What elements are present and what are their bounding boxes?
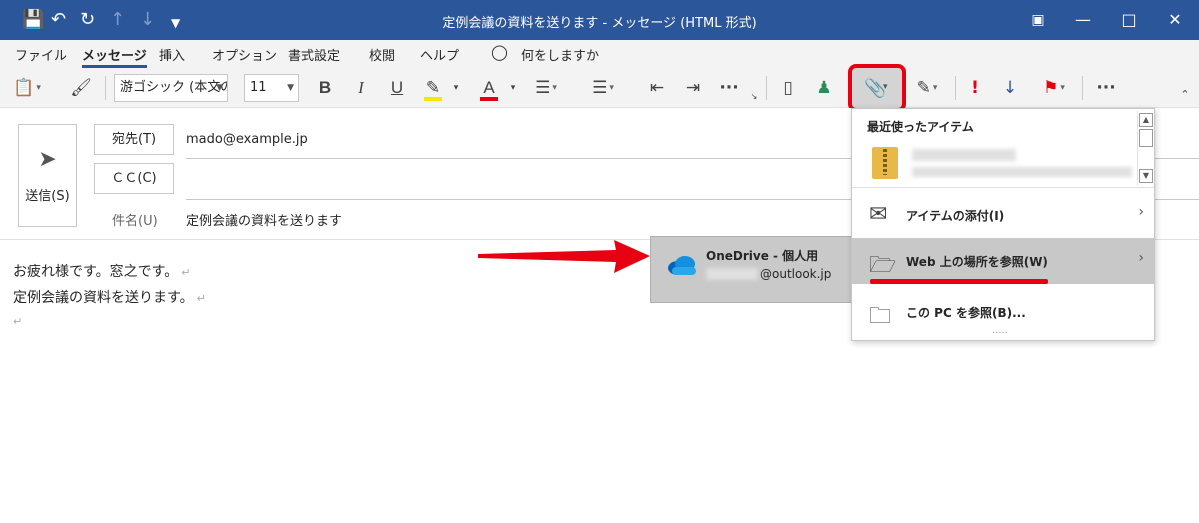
to-button[interactable]: 宛先(T) (94, 124, 174, 155)
menu-item-label: この PC を参照(B)... (906, 306, 1026, 320)
divider (852, 187, 1154, 188)
divider (955, 76, 956, 100)
minimize-button[interactable]: — (1071, 8, 1095, 32)
paragraph-mark: ↵ (196, 292, 206, 305)
redacted-email (706, 268, 758, 280)
annotation-underline (870, 279, 1048, 284)
attach-item-menu-item[interactable]: ✉ アイテムの添付(I) › (852, 192, 1154, 238)
bold-button[interactable]: B (314, 75, 336, 101)
close-button[interactable]: ✕ (1163, 8, 1187, 32)
envelope-icon: ✉ (869, 202, 888, 227)
tab-file[interactable]: ファイル (15, 45, 67, 64)
browse-web-menu-item[interactable]: 🗁 Web 上の場所を参照(W) › (852, 238, 1154, 284)
high-importance-icon[interactable]: ! (965, 75, 985, 101)
highlight-icon[interactable]: ✎ (421, 75, 445, 101)
tab-insert[interactable]: 挿入 (159, 45, 185, 64)
body-line: 定例会議の資料を送ります。 ↵ (13, 287, 206, 307)
resize-grip-icon[interactable]: ····· (992, 328, 1008, 339)
chevron-down-icon: ▼ (216, 83, 223, 93)
tab-message[interactable]: メッセージ (82, 45, 147, 68)
ribbon-display-icon[interactable]: ▣ (1026, 8, 1050, 32)
font-name-value: 游ゴシック (本文の (120, 80, 228, 95)
tell-me-search[interactable]: 何をしますか (521, 45, 599, 64)
body-line: ↵ (13, 313, 22, 329)
tab-review[interactable]: 校閲 (369, 45, 395, 64)
divider (1082, 76, 1083, 100)
cc-field[interactable] (186, 171, 846, 189)
redacted-filename (912, 149, 1016, 161)
menu-item-label: Web 上の場所を参照(W) (906, 255, 1048, 269)
window-title: 定例会議の資料を送ります - メッセージ (HTML 形式) (442, 16, 757, 31)
more-icon[interactable]: ··· (1093, 75, 1119, 101)
send-icon: ➤ (38, 147, 57, 172)
zip-file-icon[interactable] (872, 147, 898, 179)
increase-indent-icon[interactable]: ⇥ (681, 75, 705, 101)
more-icon[interactable]: ··· (716, 75, 742, 101)
ribbon-toolbar: 📋 ▾ 🖌 游ゴシック (本文の ▼ 11 ▼ B I U ✎ ▾ A ▾ ☰ ▾ … (0, 68, 1199, 108)
cc-button[interactable]: ＣＣ(C) (94, 163, 174, 194)
chevron-down-icon: ▼ (287, 83, 294, 93)
title-bar: 💾 ↶ ↻ ↑ ↓ ▼ 定例会議の資料を送ります - メッセージ (HTML 形… (0, 0, 1199, 40)
subject-field[interactable]: 定例会議の資料を送ります (186, 210, 342, 229)
format-painter-icon[interactable]: 🖌 (68, 75, 94, 101)
underline-button[interactable]: U (386, 75, 408, 101)
maximize-button[interactable]: □ (1117, 8, 1141, 32)
paste-icon[interactable]: 📋 ▾ (12, 75, 42, 101)
paragraph-mark: ↵ (13, 315, 23, 328)
chevron-down-icon: ▾ (883, 82, 888, 92)
address-book-icon[interactable]: ▯ (776, 75, 800, 101)
outlook-compose-window: 💾 ↶ ↻ ↑ ↓ ▼ 定例会議の資料を送ります - メッセージ (HTML 形… (0, 0, 1199, 523)
send-button[interactable]: ➤ 送信(S) (18, 124, 77, 227)
dialog-launcher-icon[interactable]: ↘ (749, 92, 759, 102)
collapse-ribbon-icon[interactable]: ⌃ (1177, 88, 1193, 102)
low-importance-icon[interactable]: ↓ (1000, 75, 1020, 101)
scroll-down-icon[interactable]: ▼ (1139, 169, 1153, 183)
lightbulb-icon: ◯ (491, 43, 508, 61)
folder-icon: 🗀 (869, 304, 892, 329)
chevron-right-icon: › (1138, 250, 1144, 266)
recent-scrollbar[interactable]: ▲ ▼ (1137, 111, 1153, 185)
numbered-list-icon[interactable]: ☰ ▾ (590, 75, 616, 101)
tab-format[interactable]: 書式設定 (288, 45, 340, 64)
tab-options[interactable]: オプション (212, 45, 277, 64)
tab-help[interactable]: ヘルプ (420, 45, 459, 64)
font-size-value: 11 (250, 80, 267, 95)
font-name-select[interactable]: 游ゴシック (本文の ▼ (114, 74, 228, 102)
font-color-icon[interactable]: A (478, 75, 500, 101)
font-size-select[interactable]: 11 ▼ (244, 74, 299, 102)
recent-items-header: 最近使ったアイテム (867, 120, 974, 134)
signature-icon[interactable]: ✎ ▾ (910, 75, 944, 101)
chevron-right-icon: › (1138, 204, 1144, 220)
chevron-down-icon[interactable]: ▾ (507, 75, 519, 101)
subject-label: 件名(U) (112, 214, 158, 229)
body-text: お疲れ様です。窓之です。 (13, 264, 179, 280)
chevron-down-icon[interactable]: ▾ (450, 75, 462, 101)
divider (105, 76, 106, 100)
body-line: お疲れ様です。窓之です。 ↵ (13, 261, 190, 281)
bullet-list-icon[interactable]: ☰ ▾ (533, 75, 559, 101)
onedrive-title: OneDrive - 個人用 (706, 249, 819, 263)
paragraph-mark: ↵ (181, 266, 191, 279)
attach-file-menu: 最近使ったアイテム ▲ ▼ ✉ アイテムの添付(I) › 🗁 Web 上の場所を… (851, 108, 1155, 341)
annotation-arrow (478, 240, 650, 273)
attach-file-button[interactable]: 📎 ▾ (848, 64, 906, 112)
divider (766, 76, 767, 100)
onedrive-cloud-icon (668, 256, 696, 275)
menu-item-label: アイテムの添付(I) (906, 209, 1005, 223)
italic-button[interactable]: I (350, 75, 372, 101)
decrease-indent-icon[interactable]: ⇤ (645, 75, 669, 101)
scroll-thumb[interactable] (1139, 129, 1153, 147)
body-text: 定例会議の資料を送ります。 (13, 290, 194, 306)
check-names-icon[interactable]: ♟ (811, 75, 837, 101)
menu-bar: ファイル メッセージ 挿入 オプション 書式設定 校閲 ヘルプ ◯ 何をしますか (0, 40, 1199, 68)
onedrive-flyout[interactable]: OneDrive - 個人用 @outlook.jp (650, 236, 853, 303)
send-label: 送信(S) (25, 189, 70, 204)
to-field[interactable]: mado@example.jp (186, 132, 308, 147)
scroll-up-icon[interactable]: ▲ (1139, 113, 1153, 127)
flag-icon[interactable]: ⚑ ▾ (1036, 75, 1072, 101)
onedrive-email: @outlook.jp (760, 267, 832, 281)
redacted-filepath (912, 167, 1132, 177)
